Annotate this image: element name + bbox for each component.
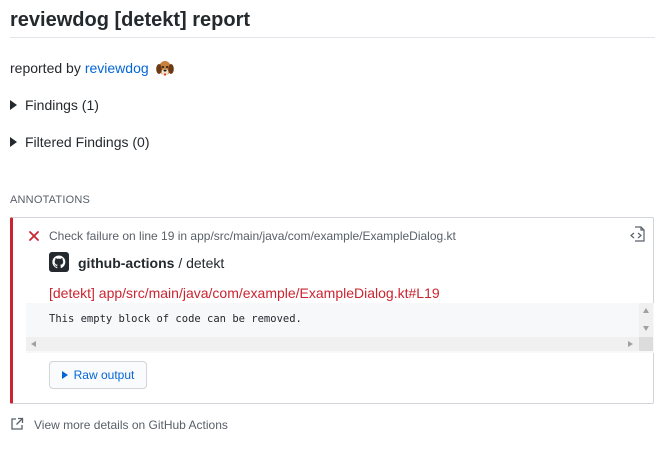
disclosure-triangle-icon (10, 137, 17, 147)
disclosure-triangle-icon (61, 371, 68, 379)
title-divider (10, 37, 655, 38)
raw-output-button[interactable]: Raw output (49, 361, 147, 389)
findings-label: Findings (1) (25, 97, 99, 113)
scrollbar-corner (639, 337, 653, 351)
view-more-link[interactable]: View more details on GitHub Actions (34, 418, 228, 432)
page-title: reviewdog [detekt] report (10, 9, 251, 31)
filtered-findings-toggle[interactable]: Filtered Findings (0) (10, 133, 150, 151)
reviewdog-dog-icon (155, 58, 175, 78)
check-failure-text: Check failure on line 19 in app/src/main… (49, 229, 456, 243)
github-actions-logo-icon (49, 252, 69, 272)
annotation-message: This empty block of code can be removed. (49, 313, 302, 325)
reported-by-label: reported by (10, 60, 81, 76)
findings-toggle[interactable]: Findings (1) (10, 96, 99, 114)
check-name: detekt (186, 255, 225, 271)
app-name: github-actions (78, 255, 175, 271)
filtered-findings-label: Filtered Findings (0) (25, 134, 150, 150)
annotations-heading: ANNOTATIONS (10, 194, 91, 206)
horizontal-scrollbar[interactable] (26, 337, 639, 351)
scroll-up-arrow-icon[interactable] (643, 308, 649, 313)
disclosure-triangle-icon (10, 100, 17, 110)
external-link-icon (10, 417, 24, 431)
scroll-right-arrow-icon[interactable] (628, 341, 633, 347)
view-raw-file-icon[interactable] (629, 225, 647, 243)
annotation-file-link[interactable]: [detekt] app/src/main/java/com/example/E… (49, 285, 440, 301)
app-separator: / (178, 255, 183, 271)
vertical-scrollbar[interactable] (639, 303, 653, 337)
scroll-down-arrow-icon[interactable] (643, 326, 649, 331)
raw-output-label: Raw output (73, 368, 135, 382)
reported-by: reported by reviewdog (10, 58, 175, 78)
app-attribution: github-actions / detekt (78, 255, 224, 271)
reviewdog-link[interactable]: reviewdog (85, 59, 149, 77)
failure-x-icon (28, 229, 40, 241)
scroll-left-arrow-icon[interactable] (31, 341, 36, 347)
